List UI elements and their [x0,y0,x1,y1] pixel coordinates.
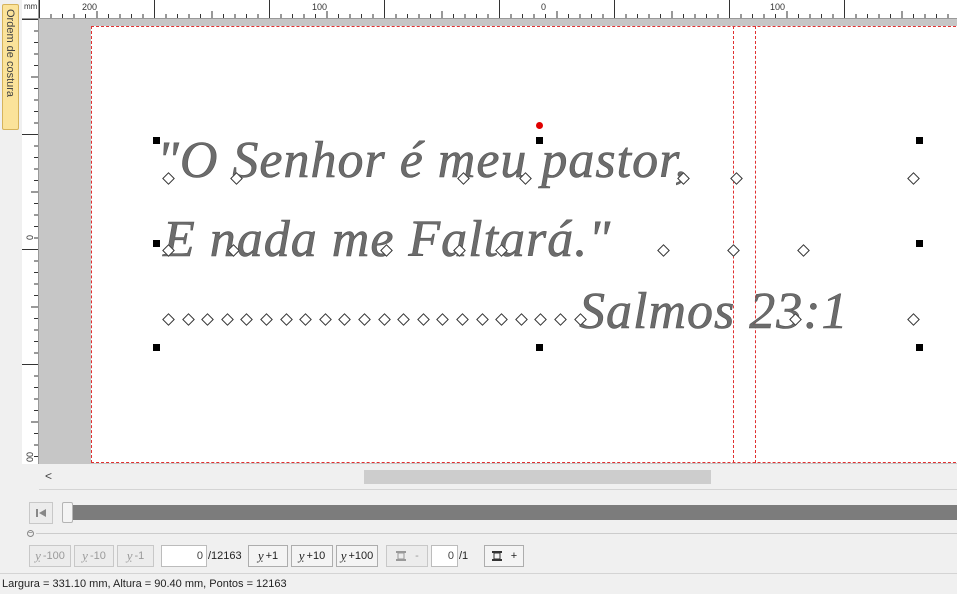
collapse-icon[interactable]: – [27,529,34,537]
resize-handle-bl[interactable] [153,344,160,351]
forward-1-label: +1 [265,550,279,562]
rotation-handle[interactable] [536,122,543,129]
stitch-slider-track[interactable] [62,505,957,520]
go-to-start-button[interactable] [29,502,53,524]
resize-handle-br[interactable] [916,344,923,351]
forward-10-button[interactable]: ỵ +10 [291,545,333,567]
forward-1-button[interactable]: ỵ +1 [248,545,288,567]
resize-handle-tc[interactable] [536,137,543,144]
stitch-total-label: /12163 [208,550,242,562]
design-text-line-2[interactable]: E nada me Faltará." [163,210,611,269]
resize-handle-bc[interactable] [536,344,543,351]
back-100-button[interactable]: ỵ -100 [29,545,71,567]
sewing-order-tab[interactable]: Ordem de costura [2,4,19,130]
needle-icon: ỵ [257,548,264,563]
design-text-line-3[interactable]: Salmos 23:1 [579,282,849,341]
ruler-corner: mm [22,0,39,19]
needle-icon: ỵ [126,548,133,563]
resize-handle-tl[interactable] [153,137,160,144]
forward-10-label: +10 [306,550,326,562]
vertical-ruler: 0 00 [22,19,39,464]
vruler-label-100: 00 [25,452,35,463]
ruler-label-100: 100 [312,2,328,12]
status-bar: Largura = 331.10 mm, Altura = 90.40 mm, … [0,573,957,594]
back-10-label: -10 [89,550,106,562]
resize-handle-tr[interactable] [916,137,923,144]
sewing-order-tab-label: Ordem de costura [4,9,16,98]
stitch-position-input[interactable]: 0 [161,545,207,567]
needle-icon: ỵ [35,548,41,563]
needle-icon: ỵ [298,548,305,563]
stitch-navigation-toolbar: ỵ -100 ỵ -10 ỵ -1 0 /12163 ỵ +1 ỵ +10 ỵ +100 -… [22,543,957,570]
design-canvas[interactable]: "O Senhor é meu pastor, E nada me Faltar… [39,19,957,464]
prev-layer-button[interactable]: - [386,545,428,567]
needle-icon: ỵ [340,548,347,563]
embroidery-editor: Ordem de costura mm 200 100 0 100 0 00 "… [0,0,957,594]
ruler-unit-label: mm [24,2,38,11]
back-10-button[interactable]: ỵ -10 [74,545,114,567]
scrollbar-thumb[interactable] [364,470,711,484]
horizontal-ruler-ticks [39,0,949,18]
horizontal-scrollbar[interactable]: < [39,464,957,490]
spool-icon [396,551,407,561]
status-dimensions-text: Largura = 331.10 mm, Altura = 90.40 mm, … [2,578,287,590]
layer-total-label: /1 [459,550,469,562]
panel-divider: – [22,529,957,538]
stitch-slider-thumb[interactable] [62,502,73,523]
next-layer-label: + [510,550,518,562]
forward-100-label: +100 [348,550,374,562]
vertical-ruler-ticks [22,19,38,457]
vruler-label-0: 0 [25,235,35,241]
resize-handle-ml[interactable] [153,240,160,247]
spool-icon [491,551,502,561]
back-1-label: -1 [134,550,145,562]
scroll-left-icon[interactable]: < [45,469,52,483]
side-panel-strip: Ordem de costura [0,0,22,594]
back-100-label: -100 [42,550,65,562]
divider-line [36,533,957,534]
resize-handle-mr[interactable] [916,240,923,247]
ruler-label-200: 200 [82,2,98,12]
ruler-label-100-right: 100 [770,2,786,12]
horizontal-ruler: 200 100 0 100 [39,0,957,19]
stitch-slider-row [22,497,957,527]
ruler-label-0: 0 [541,2,547,12]
needle-icon: ỵ [82,548,88,563]
back-1-button[interactable]: ỵ -1 [117,545,154,567]
next-layer-button[interactable]: + [484,545,524,567]
layer-position-input[interactable]: 0 [431,545,458,567]
skip-start-icon [36,509,46,517]
guide-line-2 [755,26,756,463]
prev-layer-label: - [415,550,419,562]
forward-100-button[interactable]: ỵ +100 [336,545,378,567]
